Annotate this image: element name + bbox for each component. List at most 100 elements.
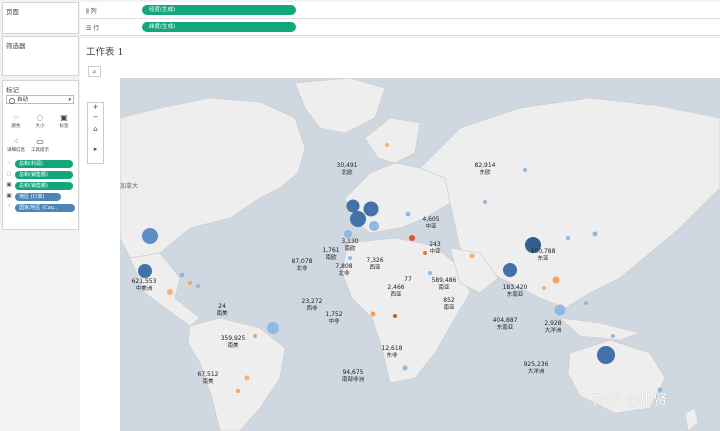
chevron-down-icon: ▾ xyxy=(68,97,71,103)
label-button[interactable]: ▣ 标签 xyxy=(54,111,74,133)
label-region: 北非 xyxy=(296,265,308,272)
bubble-france xyxy=(350,211,366,227)
sales-label-pill[interactable]: 总和(销售额) xyxy=(15,182,73,190)
bubble-india xyxy=(503,263,517,277)
bubble-morocco xyxy=(348,256,352,260)
label-region: 中亚 xyxy=(429,248,441,255)
filters-card[interactable]: 筛选器 xyxy=(2,36,79,76)
bubble-egypt xyxy=(423,251,427,255)
pages-card[interactable]: 页面 xyxy=(2,2,79,34)
label-west-asia-b: 2,466 西亚 xyxy=(387,284,404,298)
canada-label: 加拿大 xyxy=(120,183,139,190)
label-region: 南欧 xyxy=(325,254,337,261)
left-panel: 页面 筛选器 标记 自动 ▾ ⁘ 颜色 ◌ 大小 ▣ 标签 ⁖ 详细信息 ▭ 工… xyxy=(0,0,80,431)
profit-color-pill[interactable]: 总和(利润) xyxy=(15,160,73,168)
label-eastern-europe: 82,914 东欧 xyxy=(475,162,496,176)
tooltip-button[interactable]: ▭ 工具提示 xyxy=(30,135,50,157)
label-west-africa: 23,272 西非 xyxy=(302,298,323,312)
indonesia-landmass xyxy=(559,317,642,341)
bubble-turkey xyxy=(409,235,415,241)
color-button[interactable]: ⁘ 颜色 xyxy=(6,111,26,133)
size-button[interactable]: ◌ 大小 xyxy=(30,111,50,133)
longitude-pill[interactable]: 经度(生成) xyxy=(142,5,296,15)
bubble-indonesia xyxy=(554,304,566,316)
bubble-peru xyxy=(253,334,257,338)
country-detail-pill[interactable]: 国家/地区 (Cou.. xyxy=(15,204,75,212)
worksheet-title: 工作表 1 xyxy=(86,47,124,58)
pill-label: 总和(销售额) xyxy=(19,172,48,178)
sales-size-pill[interactable]: 总和(销售额) xyxy=(15,171,73,179)
label-region: 中美洲 xyxy=(135,285,153,292)
play-icon[interactable]: ▸ xyxy=(88,145,103,153)
label-oceania-a: 2,928 大洋洲 xyxy=(544,320,562,334)
latitude-pill[interactable]: 纬度(生成) xyxy=(142,22,296,32)
label-region: 北非 xyxy=(338,270,350,277)
bubble-iran xyxy=(469,253,475,259)
map-tools-panel: + − ⌂ ▸ xyxy=(87,102,104,164)
size-button-label: 大小 xyxy=(35,124,45,129)
color-button-label: 颜色 xyxy=(11,124,21,129)
color-icon: ⁘ xyxy=(12,113,20,122)
bubble-poland xyxy=(405,211,411,217)
bubble-colombia xyxy=(167,289,173,295)
bubble-uk xyxy=(346,199,360,213)
zoom-out-button[interactable]: − xyxy=(88,113,103,121)
label-button-label: 标签 xyxy=(59,124,69,129)
rows-label-text: 行 xyxy=(93,25,100,32)
pill-label: 国家/地区 (Cou.. xyxy=(19,205,58,211)
label-region: 大洋洲 xyxy=(527,368,545,375)
search-map-button[interactable]: ⌕ xyxy=(88,66,101,77)
label-region: 南亚 xyxy=(443,304,455,311)
columns-shelf[interactable]: ⫼ 列 经度(生成) xyxy=(80,2,720,19)
bubble-caribbean-3 xyxy=(196,284,200,288)
label-south-america-c: 67,512 南美 xyxy=(198,371,219,385)
label-region: 中非 xyxy=(328,318,340,325)
label-southern-africa: 94,675 南部非洲 xyxy=(341,369,365,383)
zoom-in-button[interactable]: + xyxy=(88,103,103,111)
new-zealand-landmass xyxy=(684,407,699,431)
label-central-asia: 4,605 中亚 xyxy=(422,216,439,230)
label-central-africa: 1,752 中非 xyxy=(325,311,342,325)
bubble-philippines xyxy=(584,301,588,305)
bubble-canada xyxy=(142,228,158,244)
label-icon: ▣ xyxy=(60,113,68,122)
label-region: 大洋洲 xyxy=(544,327,562,334)
label-north-africa-a: 87,078 北非 xyxy=(292,258,313,272)
label-southern-europe-a: 1,761 南欧 xyxy=(322,247,339,261)
tooltip-button-label: 工具提示 xyxy=(31,148,49,153)
bubble-australia xyxy=(597,346,615,364)
bubble-scandinavia xyxy=(385,143,389,147)
label-region: 东南亚 xyxy=(506,291,524,298)
label-region: 北欧 xyxy=(341,169,353,176)
label-oceania-b: 925,236 大洋洲 xyxy=(524,361,549,375)
pill-label: 地区 (订单) xyxy=(19,194,45,200)
detail-button[interactable]: ⁖ 详细信息 xyxy=(6,135,26,157)
filters-title: 筛选器 xyxy=(6,42,26,50)
rows-shelf[interactable]: ☰ 行 纬度(生成) xyxy=(80,19,720,36)
label-77: 77 xyxy=(404,276,412,284)
bubble-italy xyxy=(369,221,379,231)
label-northern-europe: 30,491 北欧 xyxy=(337,162,358,176)
label-region: 东南亚 xyxy=(496,324,514,331)
circle-icon xyxy=(9,97,15,104)
label-value: 77 xyxy=(404,276,412,283)
bubble-korea xyxy=(566,236,570,240)
greenland-landmass xyxy=(294,78,386,134)
pill-label: 总和(销售额) xyxy=(19,183,48,189)
label-region: 南部非洲 xyxy=(341,376,365,383)
label-southeast-asia-a: 183,420 东南亚 xyxy=(503,284,528,298)
label-north-africa-b: 7,808 北非 xyxy=(335,263,352,277)
columns-shelf-label: ⫼ 列 xyxy=(86,8,97,15)
bubble-sudan xyxy=(428,271,432,275)
mark-type-dropdown[interactable]: 自动 ▾ xyxy=(6,95,74,104)
label-region: 南美 xyxy=(227,342,239,349)
marks-card: 标记 自动 ▾ ⁘ 颜色 ◌ 大小 ▣ 标签 ⁖ 详细信息 ▭ 工具提示 ⁘ 总… xyxy=(2,80,79,230)
bubble-caribbean-2 xyxy=(188,281,192,285)
bubble-russia xyxy=(523,168,527,172)
region-label-pill[interactable]: 地区 (订单) xyxy=(15,193,61,201)
size-icon: ◌ xyxy=(6,171,12,177)
reset-map-button[interactable]: ⌂ xyxy=(88,125,103,133)
size-icon: ◌ xyxy=(36,113,44,122)
pages-title: 页面 xyxy=(6,8,19,16)
label-region: 南欧 xyxy=(344,245,356,252)
